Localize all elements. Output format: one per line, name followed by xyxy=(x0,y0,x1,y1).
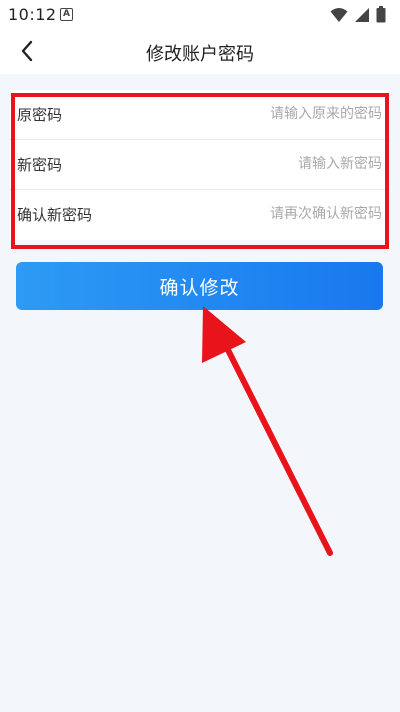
old-password-input[interactable] xyxy=(182,100,382,128)
status-bar: 10:12 A xyxy=(0,0,400,30)
new-password-input[interactable] xyxy=(182,150,382,178)
signal-icon xyxy=(355,7,369,22)
wifi-icon xyxy=(330,7,348,22)
old-password-label: 原密码 xyxy=(17,106,63,124)
annotation-arrow-shaft xyxy=(219,335,333,556)
old-password-row: 原密码 xyxy=(10,90,388,140)
annotation-arrowhead xyxy=(202,306,246,363)
battery-icon xyxy=(376,6,386,23)
confirm-password-row: 确认新密码 xyxy=(10,190,388,240)
confirm-password-input[interactable] xyxy=(182,200,382,228)
status-icons xyxy=(330,6,386,23)
status-time: 10:12 xyxy=(8,5,57,24)
new-password-label: 新密码 xyxy=(17,156,63,174)
new-password-row: 新密码 xyxy=(10,140,388,190)
page-title: 修改账户密码 xyxy=(146,44,254,65)
app-header: 修改账户密码 xyxy=(0,30,400,74)
notification-icon: A xyxy=(60,8,73,21)
password-form: 原密码 新密码 确认新密码 xyxy=(10,90,388,240)
confirm-change-button[interactable]: 确认修改 xyxy=(16,262,383,310)
confirm-password-label: 确认新密码 xyxy=(17,206,93,224)
